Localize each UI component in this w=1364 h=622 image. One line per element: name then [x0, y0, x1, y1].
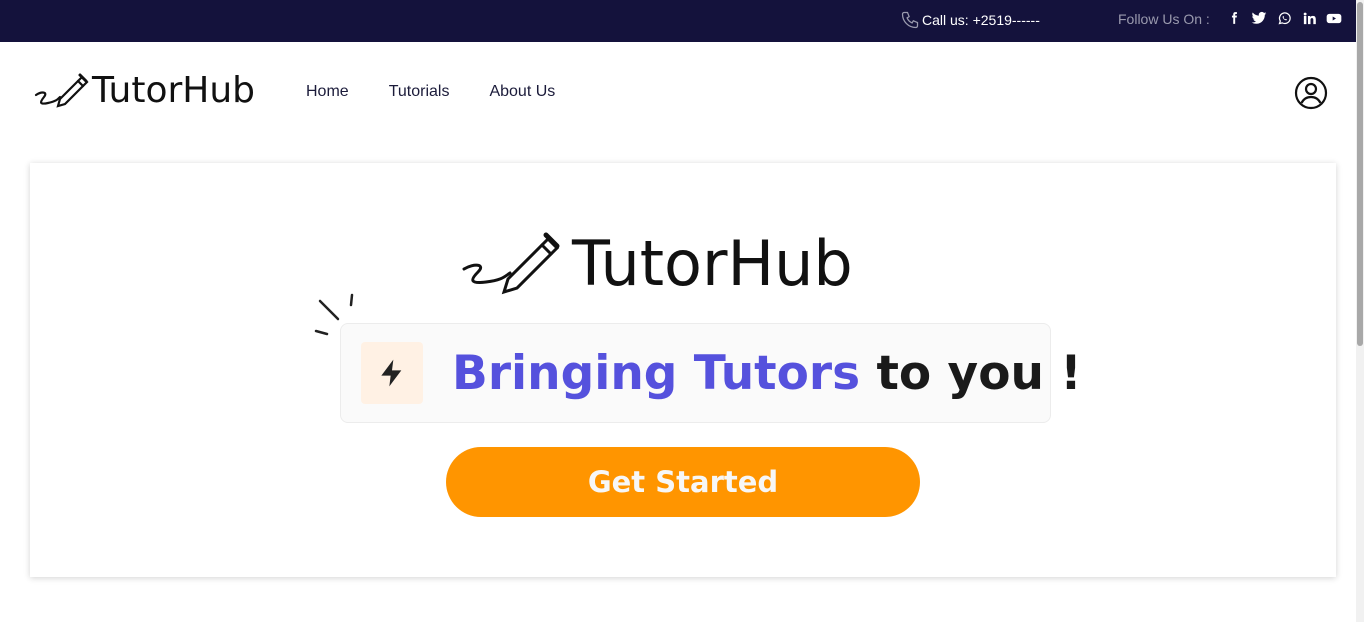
nav-links: Home Tutorials About Us: [306, 83, 555, 101]
pencil-logo-icon: [34, 73, 89, 108]
bolt-icon: [361, 342, 423, 404]
follow-label: Follow Us On :: [1118, 11, 1210, 27]
tagline-box: Bringing Tutors to you !: [340, 323, 1082, 423]
tagline-text: Bringing Tutors to you !: [452, 346, 1082, 401]
nav-logo-text: TutorHub: [92, 70, 256, 111]
linkedin-icon[interactable]: [1301, 10, 1317, 26]
youtube-icon[interactable]: [1326, 10, 1342, 26]
facebook-icon[interactable]: [1226, 10, 1242, 26]
nav-link-about-us[interactable]: About Us: [489, 83, 555, 101]
nav-link-home[interactable]: Home: [306, 83, 349, 101]
user-circle-icon[interactable]: [1294, 76, 1328, 110]
hero-logo-text: TutorHub: [572, 227, 853, 300]
whatsapp-icon[interactable]: [1276, 10, 1292, 26]
tagline-accent: Bringing Tutors: [452, 346, 861, 401]
pencil-logo-icon: [462, 232, 560, 294]
call-text: Call us: +2519------: [922, 12, 1040, 28]
twitter-icon[interactable]: [1251, 10, 1267, 26]
nav-logo[interactable]: TutorHub: [34, 70, 255, 111]
phone-icon: [901, 11, 919, 29]
call-info[interactable]: Call us: +2519------: [900, 10, 1040, 30]
hero-logo: TutorHub: [462, 227, 853, 300]
nav-link-tutorials[interactable]: Tutorials: [389, 83, 450, 101]
scrollbar-thumb[interactable]: [1357, 2, 1363, 346]
main-nav: TutorHub Home Tutorials About Us: [0, 42, 1356, 142]
hero-card: TutorHub Bringing Tutors to you ! Get St…: [30, 163, 1336, 577]
top-bar: Call us: +2519------ Follow Us On :: [0, 0, 1356, 42]
page-scrollbar[interactable]: [1356, 0, 1364, 622]
get-started-button[interactable]: Get Started: [446, 447, 920, 517]
social-links: [1226, 10, 1342, 26]
tagline-rest: to you !: [876, 346, 1082, 401]
